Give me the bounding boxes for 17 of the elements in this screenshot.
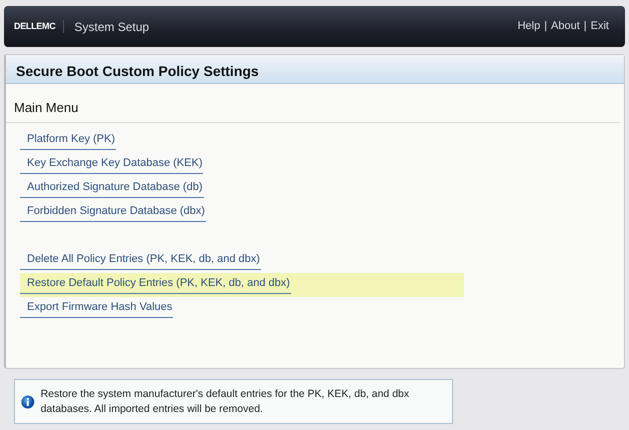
- menu-link[interactable]: Forbidden Signature Database (dbx): [20, 203, 206, 222]
- menu-link[interactable]: Restore Default Policy Entries (PK, KEK, db, and dbx): [20, 275, 291, 294]
- header-link[interactable]: About: [551, 18, 580, 35]
- menu-link[interactable]: Platform Key (PK): [20, 131, 116, 150]
- menu-heading: Main Menu: [6, 84, 620, 122]
- menu-link[interactable]: Delete All Policy Entries (PK, KEK, db, and dbx): [20, 251, 261, 270]
- separator: |: [584, 19, 587, 34]
- app-title: System Setup: [74, 18, 150, 36]
- logo: DELLEMC: [14, 20, 64, 34]
- menu-link[interactable]: Authorized Signature Database (db): [20, 179, 204, 198]
- header-link[interactable]: Help: [518, 18, 540, 35]
- separator: |: [544, 19, 548, 34]
- page-title: Secure Boot Custom Policy Settings: [6, 55, 624, 84]
- menu-link[interactable]: Key Exchange Key Database (KEK): [20, 155, 204, 174]
- help-text: Restore the system manufacturer's default entries for the PK, KEK, db, and dbx databases. All imported entries will be removed.: [40, 386, 410, 416]
- menu-link[interactable]: Export Firmware Hash Values: [20, 299, 174, 318]
- header-link[interactable]: Exit: [590, 18, 609, 35]
